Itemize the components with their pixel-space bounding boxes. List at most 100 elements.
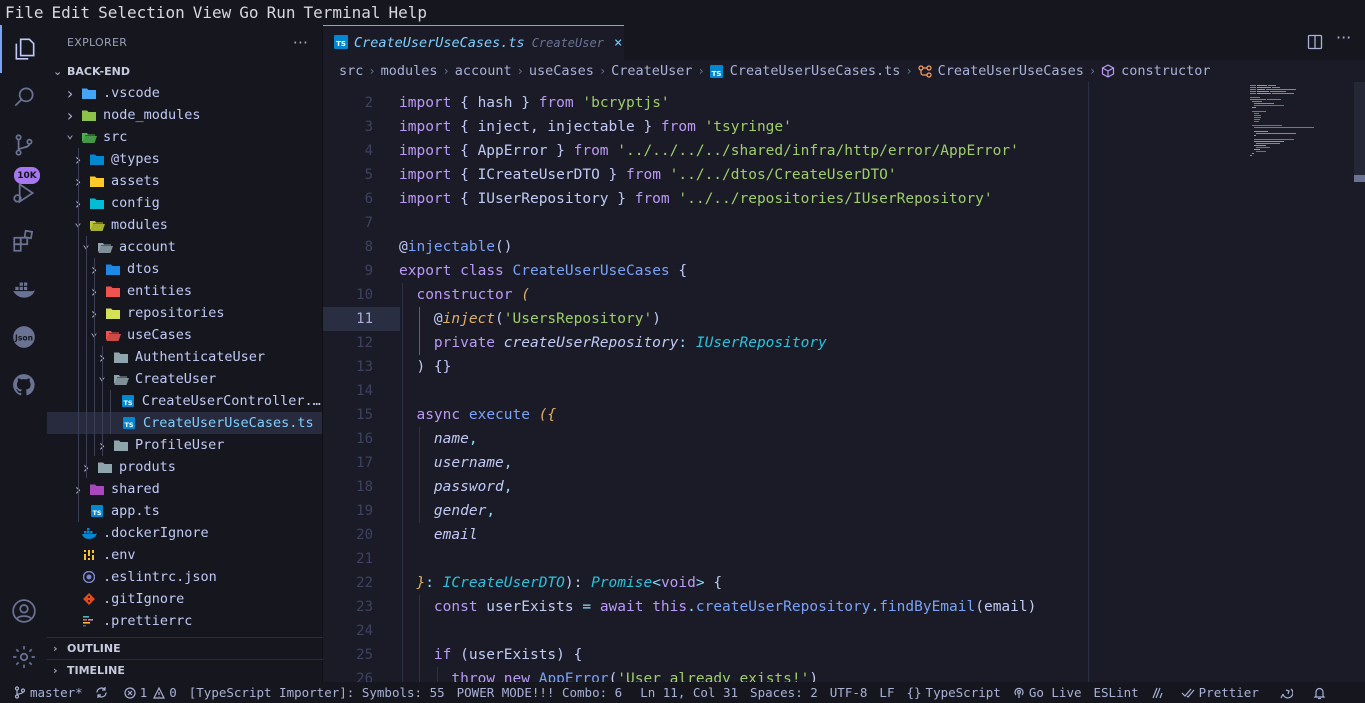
account-activity-icon[interactable] <box>0 587 47 635</box>
go-live-button[interactable]: Go Live <box>1013 685 1082 700</box>
file-item[interactable]: .dockerIgnore <box>47 522 322 544</box>
breadcrumb-item[interactable]: constructor <box>1121 63 1210 79</box>
folder-item[interactable]: ⌄CreateUser <box>47 368 322 390</box>
code-line[interactable]: 22 }: ICreateUserDTO): Promise<void> { <box>323 571 1088 595</box>
code-line[interactable]: 20 email <box>323 523 1088 547</box>
folder-item[interactable]: ›ProfileUser <box>47 434 322 456</box>
eslint-status[interactable]: ESLint <box>1094 685 1139 700</box>
folder-item[interactable]: ›shared <box>47 478 322 500</box>
folder-item[interactable]: ›entities <box>47 280 322 302</box>
file-item[interactable]: TS CreateUserController.ts <box>47 390 322 412</box>
folder-item[interactable]: ⌄ src <box>47 126 322 148</box>
language-mode[interactable]: {} TypeScript <box>906 685 1000 700</box>
code-line[interactable]: 15 async execute ({ <box>323 403 1088 427</box>
feedback-icon[interactable] <box>1279 686 1297 700</box>
formatter-icon[interactable] <box>1151 687 1169 699</box>
file-item[interactable]: .prettierrc <box>47 610 322 632</box>
code-line[interactable]: 23 const userExists = await this.createU… <box>323 595 1088 619</box>
split-editor-icon[interactable] <box>1307 34 1323 50</box>
sync-icon[interactable] <box>95 686 112 699</box>
code-line[interactable]: 9 export class CreateUserUseCases { <box>323 259 1088 283</box>
project-folder-header[interactable]: ⌄ BACK-END <box>47 60 322 82</box>
breadcrumb-item[interactable]: account <box>455 63 512 79</box>
folder-item[interactable]: ›dtos <box>47 258 322 280</box>
code-line[interactable]: 5 import { ICreateUserDTO } from '../../d… <box>323 163 1088 187</box>
json-activity-icon[interactable]: Json <box>0 313 47 361</box>
folder-item[interactable]: ›@types <box>47 148 322 170</box>
explorer-activity-icon[interactable] <box>0 25 47 73</box>
file-item[interactable]: .gitIgnore <box>47 588 322 610</box>
code-line[interactable]: 13 ) {} <box>323 355 1088 379</box>
close-icon[interactable]: × <box>614 35 622 51</box>
code-line[interactable]: 3 import { inject, injectable } from 'tsy… <box>323 115 1088 139</box>
folder-item[interactable]: ⌄useCases <box>47 324 322 346</box>
code-line[interactable]: 18 password, <box>323 475 1088 499</box>
code-editor[interactable]: 2 import { hash } from 'bcryptjs' 3 import … <box>323 82 1088 682</box>
folder-item[interactable]: ⌄modules <box>47 214 322 236</box>
code-line[interactable]: 25 if (userExists) { <box>323 643 1088 667</box>
menu-selection[interactable]: Selection <box>94 0 189 25</box>
encoding-status[interactable]: UTF-8 <box>830 685 868 700</box>
source-control-activity-icon[interactable] <box>0 121 47 169</box>
code-line[interactable]: 21 <box>323 547 1088 571</box>
code-line[interactable]: 14 <box>323 379 1088 403</box>
menu-terminal[interactable]: Terminal <box>299 0 384 25</box>
code-line[interactable]: 17 username, <box>323 451 1088 475</box>
file-item[interactable]: TS app.ts <box>47 500 322 522</box>
tab-createuserusecases[interactable]: TS CreateUserUseCases.ts CreateUser × <box>323 25 624 60</box>
code-line[interactable]: 4 import { AppError } from '../../../../s… <box>323 139 1088 163</box>
code-line[interactable]: 24 <box>323 619 1088 643</box>
menu-edit[interactable]: Edit <box>48 0 95 25</box>
folder-item[interactable]: ›AuthenticateUser <box>47 346 322 368</box>
menu-file[interactable]: File <box>0 0 48 25</box>
file-item[interactable]: .eslintrc.json <box>47 566 322 588</box>
prettier-status[interactable]: Prettier <box>1181 685 1259 700</box>
minimap[interactable] <box>1250 82 1350 172</box>
github-activity-icon[interactable] <box>0 361 47 409</box>
code-line[interactable]: 2 import { hash } from 'bcryptjs' <box>323 91 1088 115</box>
file-item[interactable]: TS CreateUserUseCases.ts <box>47 412 322 434</box>
extensions-activity-icon[interactable] <box>0 217 47 265</box>
folder-item[interactable]: › .vscode <box>47 82 322 104</box>
file-item[interactable]: .env <box>47 544 322 566</box>
settings-gear-icon[interactable] <box>0 633 47 681</box>
menu-help[interactable]: Help <box>385 0 432 25</box>
code-line[interactable]: 8 @injectable() <box>323 235 1088 259</box>
docker-activity-icon[interactable] <box>0 265 47 313</box>
search-activity-icon[interactable] <box>0 73 47 121</box>
breadcrumb-item[interactable]: useCases <box>529 63 594 79</box>
code-line[interactable]: 19 gender, <box>323 499 1088 523</box>
run-debug-activity-icon[interactable] <box>0 169 47 217</box>
branch-status[interactable]: master* <box>14 685 83 700</box>
breadcrumb-item[interactable]: modules <box>381 63 438 79</box>
eol-status[interactable]: LF <box>879 685 894 700</box>
code-line[interactable]: 12 private createUserRepository: IUserRe… <box>323 331 1088 355</box>
scrollbar-slider[interactable] <box>1354 82 1365 182</box>
folder-item[interactable]: ›assets <box>47 170 322 192</box>
breadcrumb-item[interactable]: CreateUserUseCases.ts <box>730 63 901 79</box>
folder-item[interactable]: ›repositories <box>47 302 322 324</box>
folder-item[interactable]: ›config <box>47 192 322 214</box>
more-actions-icon[interactable]: ··· <box>1336 28 1351 47</box>
outline-section-header[interactable]: › OUTLINE <box>47 637 323 659</box>
explorer-more-actions-icon[interactable]: ··· <box>293 33 308 52</box>
breadcrumb-item[interactable]: CreateUserUseCases <box>938 63 1084 79</box>
notifications-bell-icon[interactable] <box>1313 686 1330 700</box>
code-line[interactable]: 16 name, <box>323 427 1088 451</box>
breadcrumb-item[interactable]: CreateUser <box>611 63 692 79</box>
folder-item[interactable]: ›produts <box>47 456 322 478</box>
menu-go[interactable]: Go <box>235 0 262 25</box>
cursor-position[interactable]: Ln 11, Col 31 <box>640 685 738 700</box>
indentation-status[interactable]: Spaces: 2 <box>750 685 818 700</box>
code-line[interactable]: 6 import { IUserRepository } from '../../… <box>323 187 1088 211</box>
problems-status[interactable]: 1 0 <box>124 685 177 700</box>
code-line[interactable]: 7 <box>323 211 1088 235</box>
folder-item[interactable]: ⌄account <box>47 236 322 258</box>
folder-item[interactable]: › node_modules <box>47 104 322 126</box>
code-line-current[interactable]: 11 @inject('UsersRepository') <box>323 307 1088 331</box>
timeline-section-header[interactable]: › TIMELINE <box>47 659 323 681</box>
breadcrumb-item[interactable]: src <box>339 63 363 79</box>
menu-view[interactable]: View <box>189 0 236 25</box>
code-line[interactable]: 10 constructor ( <box>323 283 1088 307</box>
menu-run[interactable]: Run <box>263 0 300 25</box>
